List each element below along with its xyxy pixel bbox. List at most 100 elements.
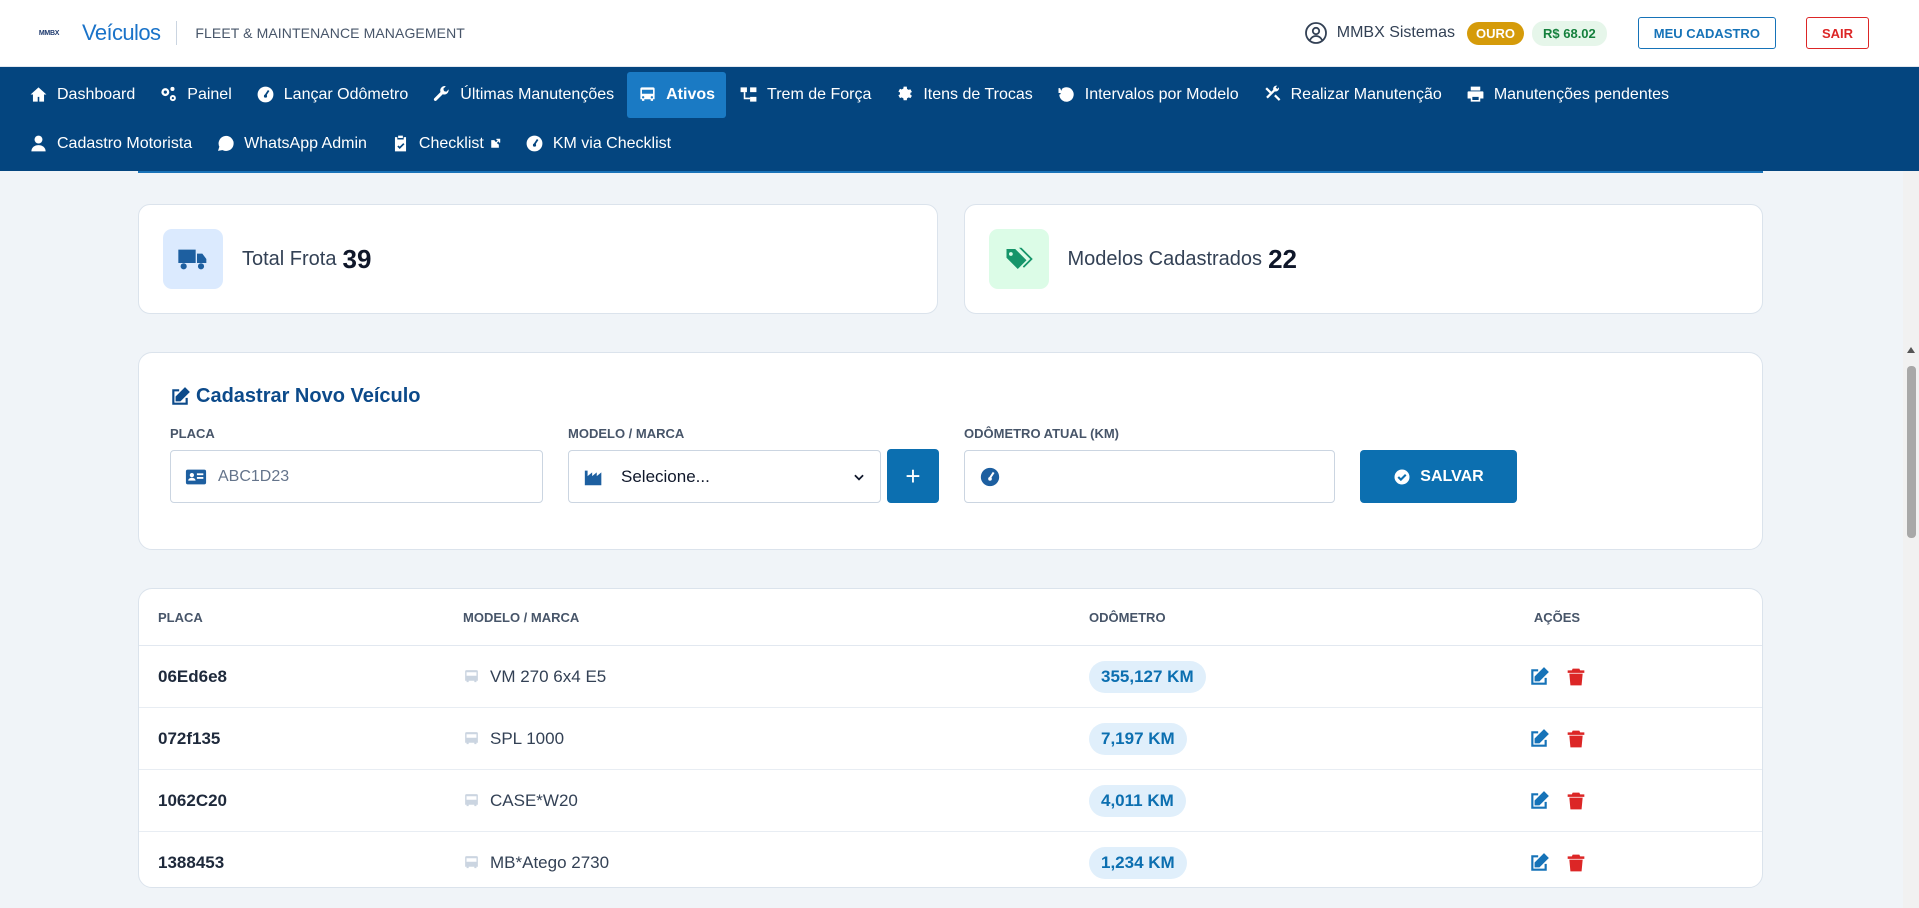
row-actions: [1497, 728, 1617, 749]
row-odometer-cell: 1,234 KM: [1089, 846, 1497, 879]
logout-button[interactable]: SAIR: [1805, 17, 1869, 49]
nav-item-itens-de-trocas[interactable]: Itens de Trocas: [884, 72, 1043, 118]
row-plate: 1062C20: [158, 790, 228, 810]
row-odometer-cell: 7,197 KM: [1089, 722, 1497, 755]
nav-label: Lançar Odômetro: [283, 85, 409, 103]
industry-icon: [584, 470, 602, 485]
nav-label: Trem de Força: [767, 85, 872, 103]
wrench-icon: [434, 86, 450, 101]
form-title-text: Cadastrar Novo Veículo: [196, 385, 421, 407]
main-content: Total Frota 39 Modelos Cadastrados 22 Ca…: [138, 171, 1763, 888]
profile-button[interactable]: MEU CADASTRO: [1637, 17, 1776, 49]
id-card-icon: [185, 469, 207, 484]
model-select[interactable]: Selecione...: [568, 450, 881, 503]
stat-icon-wrap: [163, 229, 223, 289]
app-name: Veículos: [82, 20, 161, 45]
odometer-badge: 4,011 KM: [1089, 784, 1186, 817]
odometer-input-wrap: [964, 450, 1335, 503]
nav-item-lancar-odometro[interactable]: Lançar Odômetro: [245, 72, 420, 118]
odometer-field: ODÔMETRO ATUAL (KM): [964, 426, 1335, 503]
col-header-actions: AÇÕES: [1533, 609, 1581, 625]
plate-input[interactable]: [218, 467, 528, 486]
nav-item-ultimas-manutencoes[interactable]: Últimas Manutenções: [421, 72, 625, 118]
odometer-badge: 355,127 KM: [1089, 660, 1206, 693]
stat-models: Modelos Cadastrados 22: [963, 204, 1763, 314]
plan-badge: OURO: [1467, 21, 1524, 45]
nav-label: Últimas Manutenções: [460, 85, 615, 103]
row-model: MB*Atego 2730: [490, 852, 610, 872]
nav-item-whatsapp-admin[interactable]: WhatsApp Admin: [205, 121, 378, 167]
table-header: PLACA MODELO / MARCA ODÔMETRO AÇÕES: [139, 589, 1762, 646]
nav-label: Dashboard: [57, 85, 136, 103]
logo[interactable]: MMBX Veículos: [30, 20, 161, 46]
odometer-input[interactable]: [1012, 467, 1320, 486]
row-plate: 072f135: [158, 728, 221, 748]
model-label: MODELO / MARCA: [568, 426, 685, 441]
balance-badge: R$ 68.02: [1532, 20, 1607, 46]
trash-icon[interactable]: [1566, 729, 1586, 749]
bus-icon: [465, 670, 478, 683]
nav-item-km-via-checklist[interactable]: KM via Checklist: [514, 121, 682, 167]
gauge-icon: [257, 86, 274, 103]
nav-item-intervalos-por-modelo[interactable]: Intervalos por Modelo: [1046, 72, 1250, 118]
plate-field: PLACA: [170, 426, 543, 503]
nav-item-painel[interactable]: Painel: [148, 72, 242, 118]
odometer-label: ODÔMETRO ATUAL (KM): [964, 426, 1120, 441]
row-plate: 1388453: [158, 852, 225, 872]
bus-icon: [640, 87, 655, 101]
col-header-odometer: ODÔMETRO: [1089, 609, 1166, 625]
edit-icon[interactable]: [1529, 852, 1549, 873]
nav-item-trem-de-forca[interactable]: Trem de Força: [728, 72, 882, 118]
nav-item-cadastro-motorista[interactable]: Cadastro Motorista: [18, 121, 203, 167]
row-model: CASE*W20: [490, 790, 578, 810]
scroll-thumb[interactable]: [1907, 366, 1916, 538]
page-scrollbar[interactable]: [1903, 171, 1919, 908]
gauge-icon: [526, 135, 543, 152]
scroll-up-arrow[interactable]: [1907, 347, 1915, 353]
cogs-icon: [161, 86, 177, 102]
plate-input-wrap: [170, 450, 543, 503]
vehicles-table: PLACA MODELO / MARCA ODÔMETRO AÇÕES 06Ed…: [138, 588, 1763, 888]
tags-icon: [1006, 247, 1033, 269]
top-header: MMBX Veículos FLEET & MAINTENANCE MANAGE…: [0, 0, 1919, 67]
bus-icon: [465, 732, 478, 745]
main-nav: Dashboard Painel Lançar Odômetro Últimas…: [0, 67, 1919, 171]
user-name: MMBX Sistemas: [1336, 24, 1455, 41]
stat-icon-wrap: [988, 229, 1049, 289]
table-row: 1388453 MB*Atego 2730 1,234 KM: [139, 832, 1762, 887]
edit-icon[interactable]: [1529, 666, 1549, 687]
new-vehicle-form: Cadastrar Novo Veículo PLACA MODELO / MA…: [138, 352, 1763, 550]
trash-icon[interactable]: [1566, 853, 1586, 873]
chevron-down-icon: [854, 474, 864, 481]
add-model-button[interactable]: +: [887, 449, 939, 503]
nav-label: Checklist: [418, 134, 484, 152]
trash-icon[interactable]: [1566, 667, 1586, 687]
model-select-value: Selecione...: [621, 466, 710, 486]
stats-row: Total Frota 39 Modelos Cadastrados 22: [138, 204, 1763, 314]
edit-icon[interactable]: [1529, 790, 1549, 811]
row-odometer-cell: 4,011 KM: [1089, 784, 1497, 817]
nav-label: KM via Checklist: [552, 134, 672, 152]
nav-item-manutencoes-pendentes[interactable]: Manutenções pendentes: [1455, 72, 1680, 118]
nav-label: Intervalos por Modelo: [1084, 85, 1239, 103]
edit-icon[interactable]: [1529, 728, 1549, 749]
row-model: SPL 1000: [490, 728, 565, 748]
plate-label: PLACA: [170, 426, 215, 441]
table-row: 1062C20 CASE*W20 4,011 KM: [139, 770, 1762, 832]
form-title: Cadastrar Novo Veículo: [170, 385, 1731, 408]
model-field: MODELO / MARCA Selecione...: [568, 426, 881, 503]
nav-item-checklist[interactable]: Checklist: [380, 121, 512, 167]
external-link-icon: [491, 138, 501, 148]
row-actions: [1497, 790, 1617, 811]
row-model-cell: MB*Atego 2730: [463, 853, 1089, 873]
nav-item-dashboard[interactable]: Dashboard: [18, 72, 146, 118]
nav-label: WhatsApp Admin: [244, 134, 367, 152]
stat-total-fleet: Total Frota 39: [138, 204, 938, 314]
save-button[interactable]: SALVAR: [1360, 450, 1517, 503]
nav-item-realizar-manutencao[interactable]: Realizar Manutenção: [1252, 72, 1453, 118]
table-row: 072f135 SPL 1000 7,197 KM: [139, 708, 1762, 770]
nav-item-ativos[interactable]: Ativos: [627, 71, 727, 118]
user-circle-icon: [1304, 22, 1327, 44]
nav-label: Ativos: [666, 85, 716, 103]
trash-icon[interactable]: [1566, 791, 1586, 811]
